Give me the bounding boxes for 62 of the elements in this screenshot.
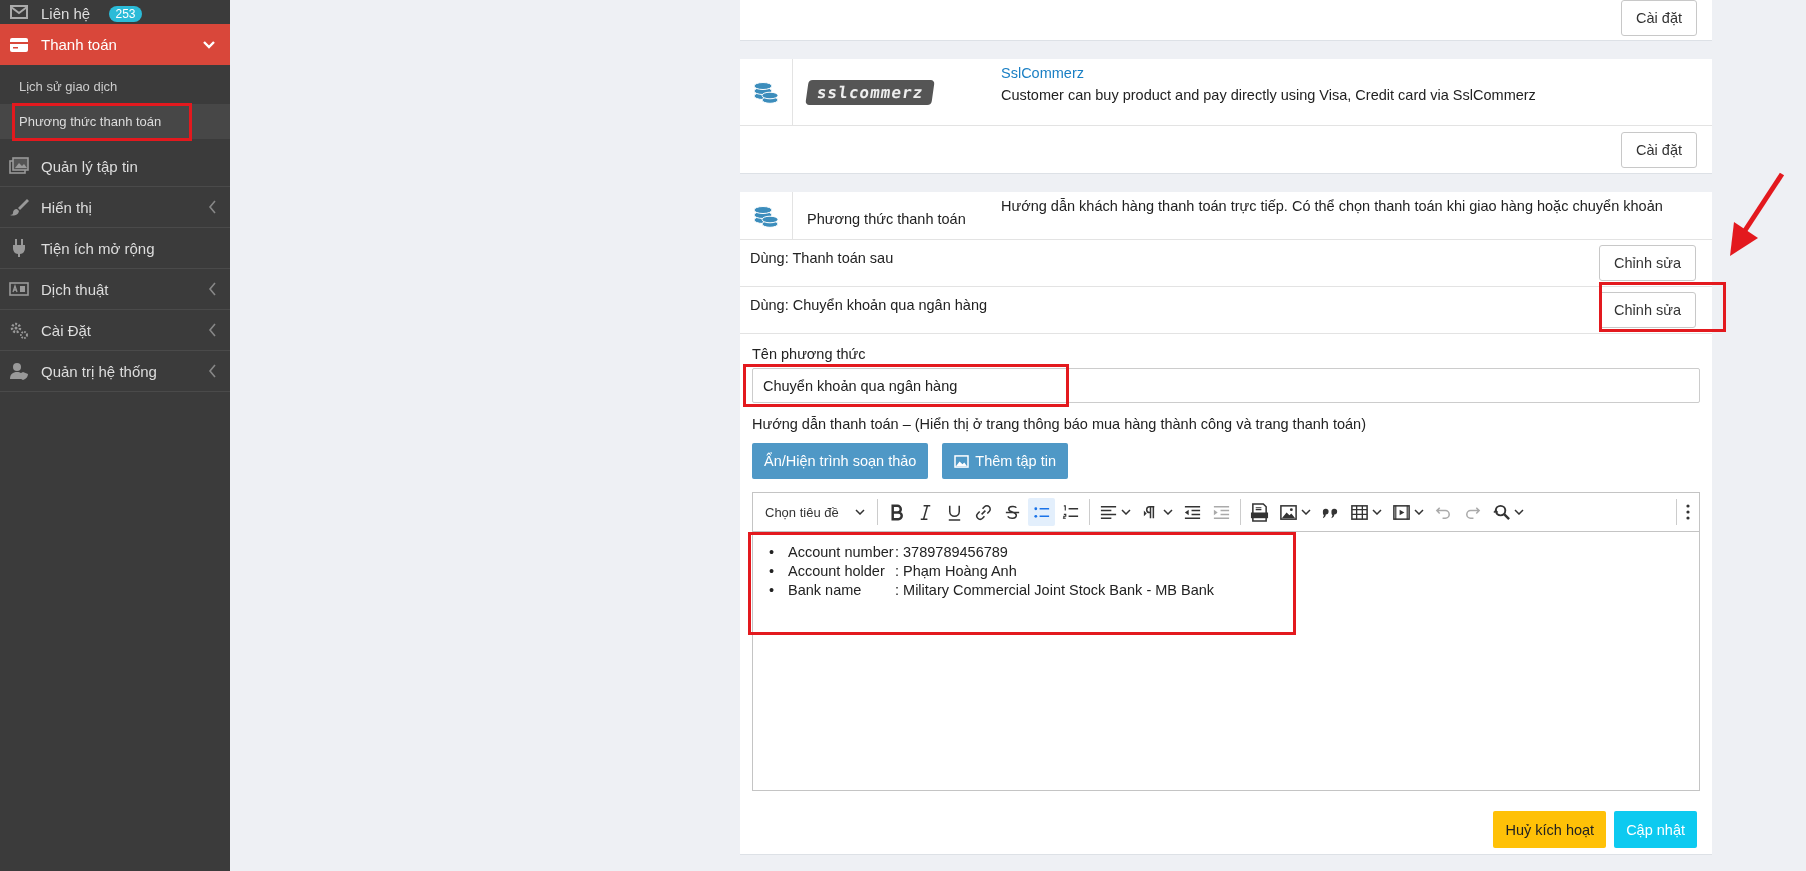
edit-button[interactable]: Chỉnh sửa	[1599, 245, 1696, 281]
bullet: •	[769, 562, 776, 581]
field-name: Account holder	[788, 562, 886, 581]
submenu-item[interactable]: Lịch sử giao dịch	[0, 65, 230, 104]
sidebar-item[interactable]: Quản lý tập tin	[0, 146, 230, 187]
media-icon	[1391, 502, 1411, 522]
gears-icon	[9, 320, 29, 340]
numbered-list-icon	[1060, 502, 1080, 522]
settings-button[interactable]: Cài đặt	[1621, 131, 1697, 168]
caret-icon	[1413, 509, 1424, 515]
plugin-description: Customer can buy product and pay directly using Visa, Credit card via SslCommerz	[1001, 87, 1537, 103]
bulleted-list-button[interactable]	[1027, 498, 1055, 526]
field-label: Tên phương thức	[752, 346, 866, 362]
method-name-field[interactable]: Chuyển khoản qua ngân hàng	[752, 368, 1700, 403]
chevron-left-icon	[208, 282, 216, 296]
settings-button[interactable]: Cài đặt	[1621, 0, 1697, 36]
field-name: Account number	[788, 543, 895, 562]
find-replace-icon	[1491, 502, 1511, 522]
image-icon	[1278, 502, 1298, 522]
caret-icon	[1513, 509, 1524, 515]
plugin-name-link[interactable]: SslCommerz	[1001, 65, 1708, 81]
heading-dropdown[interactable]: Chọn tiêu đề	[757, 497, 873, 527]
field-label: Hướng dẫn thanh toán – (Hiển thị ở trang thông báo mua hàng thành công và trang thanh toán)	[752, 416, 1366, 432]
user-shield-icon	[9, 361, 29, 381]
caret-icon	[1300, 509, 1311, 515]
chevron-left-icon	[208, 364, 216, 378]
field-name: Bank name	[788, 581, 863, 600]
field-value: : Phạm Hoàng Anh	[895, 563, 1017, 579]
field-value: : 3789789456789	[895, 544, 1008, 560]
caret-icon	[1371, 509, 1382, 515]
caret-icon	[1120, 509, 1131, 515]
chevron-left-icon	[208, 200, 216, 214]
chevron-left-icon	[208, 323, 216, 337]
method-description: Hướng dẫn khách hàng thanh toán trực tiếp. Có thể chọn thanh toán khi giao hàng hoặc chuyển khoản	[1001, 198, 1664, 214]
brand-logo: sslcommerz	[805, 79, 936, 105]
field-value: : Military Commercial Joint Stock Bank - MB Bank	[895, 582, 1215, 598]
edit-button[interactable]: Chỉnh sửa	[1599, 292, 1696, 328]
caret-icon	[1162, 509, 1173, 515]
table-icon	[1349, 502, 1369, 522]
method-title: Phương thức thanh toán	[807, 210, 966, 227]
sidebar-item[interactable]: Hiển thị	[0, 187, 230, 228]
chevron-down-icon	[202, 39, 216, 50]
sidebar-item[interactable]: Liên hệ 253	[0, 0, 230, 24]
images-icon	[9, 156, 29, 176]
more-icon	[1686, 504, 1690, 520]
sidebar-item[interactable]: Quản trị hệ thống	[0, 351, 230, 392]
letters-card-icon	[9, 279, 29, 299]
caret-icon	[854, 509, 865, 515]
link-icon	[973, 502, 993, 522]
brush-icon	[9, 197, 29, 217]
option-label: Dùng: Thanh toán sau	[750, 249, 894, 268]
sidebar-item[interactable]: Thanh toán	[0, 24, 230, 65]
sidebar-item[interactable]: Dịch thuật	[0, 269, 230, 310]
sidebar-item[interactable]: Tiện ích mở rộng	[0, 228, 230, 269]
sidebar-item[interactable]: Cài Đặt	[0, 310, 230, 351]
count-badge: 253	[109, 6, 142, 22]
deactivate-button[interactable]: Huỷ kích hoạt	[1493, 811, 1607, 848]
envelope-icon	[9, 2, 29, 22]
bullet: •	[769, 581, 776, 600]
image-icon	[954, 454, 970, 468]
option-label: Dùng: Chuyển khoản qua ngân hàng	[750, 296, 988, 315]
bullet: •	[769, 543, 776, 562]
